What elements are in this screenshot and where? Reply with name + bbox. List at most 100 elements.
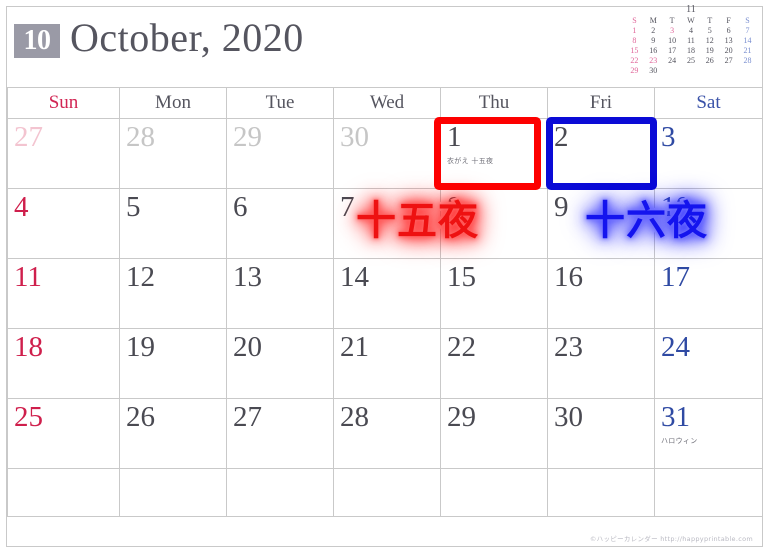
calendar-day-cell[interactable]: 10: [654, 188, 763, 259]
mini-calendar-day: 6: [726, 26, 731, 35]
calendar-day-number: 18: [14, 331, 43, 363]
calendar-day-cell[interactable]: 6: [226, 188, 334, 259]
mini-calendar-day: 20: [724, 46, 733, 55]
calendar-day-cell[interactable]: 28: [333, 398, 441, 469]
mini-calendar-week-row: 1 2 3 4 5 6 7: [625, 26, 757, 36]
calendar-day-number: 10: [661, 191, 690, 223]
calendar-day-number: 11: [14, 261, 42, 293]
calendar-day-cell[interactable]: 9: [547, 188, 655, 259]
calendar-week-row: [7, 468, 763, 517]
calendar-day-cell[interactable]: 29: [440, 398, 548, 469]
mini-calendar-week-row: 29 30: [625, 66, 757, 76]
calendar-day-cell[interactable]: 5: [119, 188, 227, 259]
mini-calendar-day: 28: [743, 56, 752, 65]
mini-calendar-day: 17: [668, 46, 677, 55]
calendar-day-cell[interactable]: 21: [333, 328, 441, 399]
calendar-day-number: 30: [554, 401, 583, 433]
calendar-day-cell[interactable]: 23: [547, 328, 655, 399]
mini-calendar-day: 7: [745, 26, 750, 35]
calendar-day-cell[interactable]: 1 衣がえ 十五夜: [440, 118, 548, 189]
calendar-day-cell[interactable]: 15: [440, 258, 548, 329]
calendar-day-number: 25: [14, 401, 43, 433]
calendar-day-cell[interactable]: [440, 468, 548, 517]
calendar-day-cell[interactable]: 18: [7, 328, 120, 399]
mini-calendar-title: 11: [686, 4, 696, 15]
calendar-week-row: 11 12 13 14 15 16 17: [7, 258, 763, 329]
mini-calendar-day: [738, 66, 757, 76]
mini-weekday-wed: W: [687, 16, 695, 25]
calendar-day-cell[interactable]: 28: [119, 118, 227, 189]
calendar-body: 27 28 29 30 1 衣がえ 十五夜 2 3 4 5 6 7 8 9 10 11 12 13 14 15 16 17…: [7, 118, 763, 517]
calendar-day-note: 衣がえ 十五夜: [447, 157, 494, 165]
calendar-day-number: 28: [340, 401, 369, 433]
calendar-weekday-header-row: Sun Mon Tue Wed Thu Fri Sat: [7, 87, 763, 119]
mini-calendar-day: 4: [688, 26, 693, 35]
calendar-day-cell[interactable]: 30: [547, 398, 655, 469]
calendar-day-cell[interactable]: 27: [226, 398, 334, 469]
mini-calendar-day: 23: [649, 56, 658, 65]
calendar-day-cell[interactable]: 3: [654, 118, 763, 189]
calendar-day-cell[interactable]: 13: [226, 258, 334, 329]
calendar-day-cell[interactable]: 16: [547, 258, 655, 329]
calendar-day-number: 26: [126, 401, 155, 433]
mini-calendar-day: 8: [632, 36, 637, 45]
mini-calendar-day: 24: [668, 56, 677, 65]
calendar-day-number: 20: [233, 331, 262, 363]
calendar-day-cell[interactable]: 12: [119, 258, 227, 329]
mini-weekday-mon: M: [649, 16, 657, 25]
mini-weekday-sun: S: [632, 16, 637, 25]
calendar-day-cell[interactable]: 22: [440, 328, 548, 399]
mini-calendar-day: 21: [743, 46, 752, 55]
calendar-week-row: 4 5 6 7 8 9 10: [7, 188, 763, 259]
mini-calendar-weekday-row: S M T W T F S: [625, 16, 757, 26]
calendar-day-cell[interactable]: [333, 468, 441, 517]
weekday-header-fri: Fri: [547, 87, 655, 119]
calendar-day-number: 19: [126, 331, 155, 363]
calendar-day-cell[interactable]: [654, 468, 763, 517]
page-title: October, 2020: [70, 15, 304, 60]
calendar-day-cell[interactable]: 19: [119, 328, 227, 399]
calendar-day-cell[interactable]: 8: [440, 188, 548, 259]
weekday-header-sat: Sat: [654, 87, 763, 119]
calendar-day-cell[interactable]: 7: [333, 188, 441, 259]
calendar-day-number: 29: [447, 401, 476, 433]
calendar-grid-container: Sun Mon Tue Wed Thu Fri Sat 27 28 29 30 1 衣がえ…: [7, 87, 763, 517]
calendar-day-cell[interactable]: 20: [226, 328, 334, 399]
calendar-day-number: 22: [447, 331, 476, 363]
mini-calendar-day: 10: [668, 36, 677, 45]
calendar-day-number: 1: [447, 121, 462, 153]
calendar-day-cell[interactable]: 2: [547, 118, 655, 189]
mini-calendar-day: 26: [705, 56, 714, 65]
calendar-day-cell[interactable]: 17: [654, 258, 763, 329]
calendar-day-cell[interactable]: 31 ハロウィン: [654, 398, 763, 469]
calendar-day-number: 30: [340, 121, 369, 153]
mini-calendar-next-month: 11 S M T W T F S 1 2 3 4 5 6 7 8 9 10 11 12 13 14 15 16…: [625, 4, 757, 76]
calendar-day-cell[interactable]: 25: [7, 398, 120, 469]
calendar-day-cell[interactable]: 27: [7, 118, 120, 189]
calendar-day-cell[interactable]: 4: [7, 188, 120, 259]
mini-calendar-day: 5: [707, 26, 712, 35]
calendar-day-cell[interactable]: [7, 468, 120, 517]
mini-weekday-tue: T: [669, 16, 675, 25]
calendar-week-row: 27 28 29 30 1 衣がえ 十五夜 2 3: [7, 118, 763, 189]
calendar-day-cell[interactable]: 14: [333, 258, 441, 329]
calendar-day-cell[interactable]: 11: [7, 258, 120, 329]
calendar-day-number: 5: [126, 191, 141, 223]
calendar-day-cell[interactable]: 26: [119, 398, 227, 469]
mini-weekday-sat: S: [745, 16, 750, 25]
weekday-header-thu: Thu: [440, 87, 548, 119]
calendar-day-cell[interactable]: 29: [226, 118, 334, 189]
calendar-day-cell[interactable]: [547, 468, 655, 517]
mini-calendar-week-row: 15 16 17 18 19 20 21: [625, 46, 757, 56]
calendar-day-number: 2: [554, 121, 569, 153]
calendar-day-number: 17: [661, 261, 690, 293]
calendar-day-cell[interactable]: 30: [333, 118, 441, 189]
calendar-day-number: 9: [554, 191, 569, 223]
calendar-day-cell[interactable]: 24: [654, 328, 763, 399]
mini-calendar-day: 1: [632, 26, 637, 35]
mini-calendar-day: 29: [630, 66, 639, 75]
calendar-day-cell[interactable]: [119, 468, 227, 517]
mini-calendar-day: 18: [686, 46, 695, 55]
calendar-day-cell[interactable]: [226, 468, 334, 517]
calendar-day-number: 15: [447, 261, 476, 293]
